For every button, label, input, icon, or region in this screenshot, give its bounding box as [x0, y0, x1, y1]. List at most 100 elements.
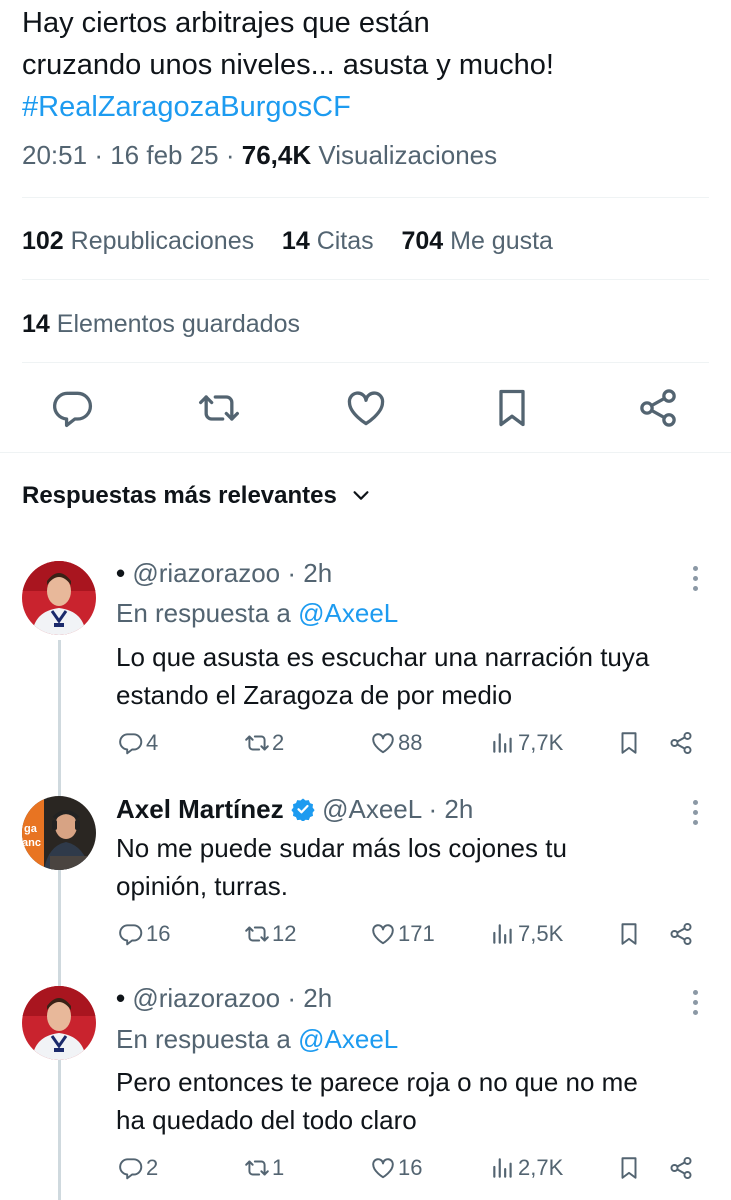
tweet-meta: 20:51 · 16 feb 25 · 76,4K Visualizacione… — [22, 140, 497, 171]
views-count-button[interactable]: 7,7K — [490, 730, 563, 756]
retweet-icon — [244, 730, 270, 756]
avatar[interactable] — [22, 986, 96, 1060]
more-options-icon[interactable] — [690, 566, 700, 596]
quotes-count: 14 — [281, 227, 310, 255]
like-count: 16 — [398, 1155, 423, 1180]
like-icon — [370, 730, 396, 756]
views-count-button[interactable]: 2,7K — [490, 1155, 563, 1181]
like-count: 88 — [398, 730, 423, 755]
author-handle[interactable]: @riazorazoo — [132, 983, 280, 1013]
views-icon — [490, 730, 516, 756]
reply-count: 2 — [146, 1155, 159, 1180]
reply-text-line: Lo que asusta es escuchar una narración … — [116, 642, 650, 672]
bookmarks-label: Elementos guardados — [56, 310, 300, 338]
retweet-count: 12 — [272, 921, 297, 946]
reply-count: 16 — [146, 921, 171, 946]
avatar[interactable] — [22, 561, 96, 635]
author-name[interactable]: • — [116, 983, 125, 1013]
tweet-date: 16 feb 25 — [110, 140, 219, 170]
likes-stat[interactable]: 704 Me gusta — [401, 227, 553, 255]
retweet-count-button[interactable]: 1 — [244, 1155, 284, 1181]
separator-dot: · — [225, 140, 242, 170]
reposts-count: 102 — [22, 227, 64, 255]
reply-time[interactable]: 2h — [444, 794, 473, 824]
reposts-stat[interactable]: 102 Republicaciones — [22, 227, 254, 255]
reply-icon — [118, 730, 144, 756]
verified-badge-icon — [291, 797, 315, 821]
bookmark-button[interactable] — [616, 730, 644, 756]
more-options-icon[interactable] — [690, 990, 700, 1020]
reply-count-button[interactable]: 16 — [118, 921, 170, 947]
bookmarks-stat[interactable]: 14 Elementos guardados — [22, 310, 300, 339]
reply-icon[interactable] — [51, 386, 95, 430]
like-count-button[interactable]: 88 — [370, 730, 422, 756]
quotes-label: Citas — [316, 227, 374, 255]
quotes-stat[interactable]: 14 Citas — [282, 227, 374, 255]
mention-link[interactable]: @AxeeL — [298, 1024, 398, 1054]
reply-text-line: No me puede sudar más los cojones tu — [116, 833, 567, 863]
bookmark-icon — [616, 730, 642, 756]
separator-dot: · — [428, 794, 438, 824]
reply-count-button[interactable]: 4 — [118, 730, 158, 756]
like-icon — [370, 1155, 396, 1181]
author-handle[interactable]: @AxeeL — [322, 794, 421, 824]
reply-to: En respuesta a @AxeeL — [116, 1024, 398, 1055]
bookmark-icon[interactable] — [490, 386, 534, 430]
retweet-icon[interactable] — [197, 386, 241, 430]
like-count: 171 — [398, 921, 435, 946]
like-icon[interactable] — [344, 386, 388, 430]
tweet-time: 20:51 — [22, 140, 88, 170]
retweet-count: 1 — [272, 1155, 285, 1180]
avatar[interactable]: ga anc — [22, 796, 96, 870]
share-icon — [668, 921, 694, 947]
tweet-text-line: cruzando unos niveles... asusta y mucho! — [22, 49, 554, 81]
share-button[interactable] — [668, 1155, 696, 1181]
author-handle[interactable]: @riazorazoo — [132, 558, 280, 588]
replies-section-title: Respuestas más relevantes — [22, 482, 337, 509]
reply-text-line: opinión, turras. — [116, 871, 288, 901]
reply-time[interactable]: 2h — [303, 983, 332, 1013]
likes-count: 704 — [401, 227, 444, 255]
reply-text: Pero entonces te parece roja o no que no… — [116, 1063, 716, 1139]
reply-text-line: Pero entonces te parece roja o no que no… — [116, 1067, 638, 1097]
reply-text-line: estando el Zaragoza de por medio — [116, 680, 513, 710]
like-icon — [370, 921, 396, 947]
more-options-icon[interactable] — [690, 800, 700, 830]
bookmark-button[interactable] — [616, 1155, 644, 1181]
reply-time[interactable]: 2h — [303, 558, 332, 588]
like-count-button[interactable]: 16 — [370, 1155, 422, 1181]
reply-header: • @riazorazoo · 2h — [116, 558, 332, 589]
author-name[interactable]: Axel Martínez — [116, 794, 284, 824]
divider — [0, 452, 731, 453]
reply-icon — [118, 921, 144, 947]
separator-dot: · — [287, 558, 297, 588]
bookmark-button[interactable] — [616, 921, 644, 947]
bookmark-icon — [616, 1155, 642, 1181]
share-button[interactable] — [668, 921, 696, 947]
reply-icon — [118, 1155, 144, 1181]
views-count-button[interactable]: 7,5K — [490, 921, 563, 947]
bookmarks-count: 14 — [22, 310, 50, 338]
views-icon — [490, 1155, 516, 1181]
views-count: 2,7K — [518, 1155, 564, 1180]
author-name[interactable]: • — [116, 558, 125, 588]
reply-text: No me puede sudar más los cojones tu opi… — [116, 829, 716, 905]
hashtag-link[interactable]: #RealZaragozaBurgosCF — [22, 86, 712, 128]
retweet-icon — [244, 921, 270, 947]
retweet-count: 2 — [272, 730, 285, 755]
chevron-down-icon — [350, 484, 372, 506]
retweet-count-button[interactable]: 2 — [244, 730, 284, 756]
retweet-count-button[interactable]: 12 — [244, 921, 296, 947]
share-button[interactable] — [668, 730, 696, 756]
svg-text:anc: anc — [22, 837, 41, 849]
reply-count-button[interactable]: 2 — [118, 1155, 158, 1181]
divider — [22, 362, 709, 363]
share-icon[interactable] — [636, 386, 680, 430]
like-count-button[interactable]: 171 — [370, 921, 435, 947]
mention-link[interactable]: @AxeeL — [298, 598, 398, 628]
views-icon — [490, 921, 516, 947]
reply-count: 4 — [146, 730, 159, 755]
replies-sort-dropdown[interactable]: Respuestas más relevantes — [22, 482, 372, 510]
bookmark-icon — [616, 921, 642, 947]
views-label: Visualizaciones — [318, 140, 498, 170]
